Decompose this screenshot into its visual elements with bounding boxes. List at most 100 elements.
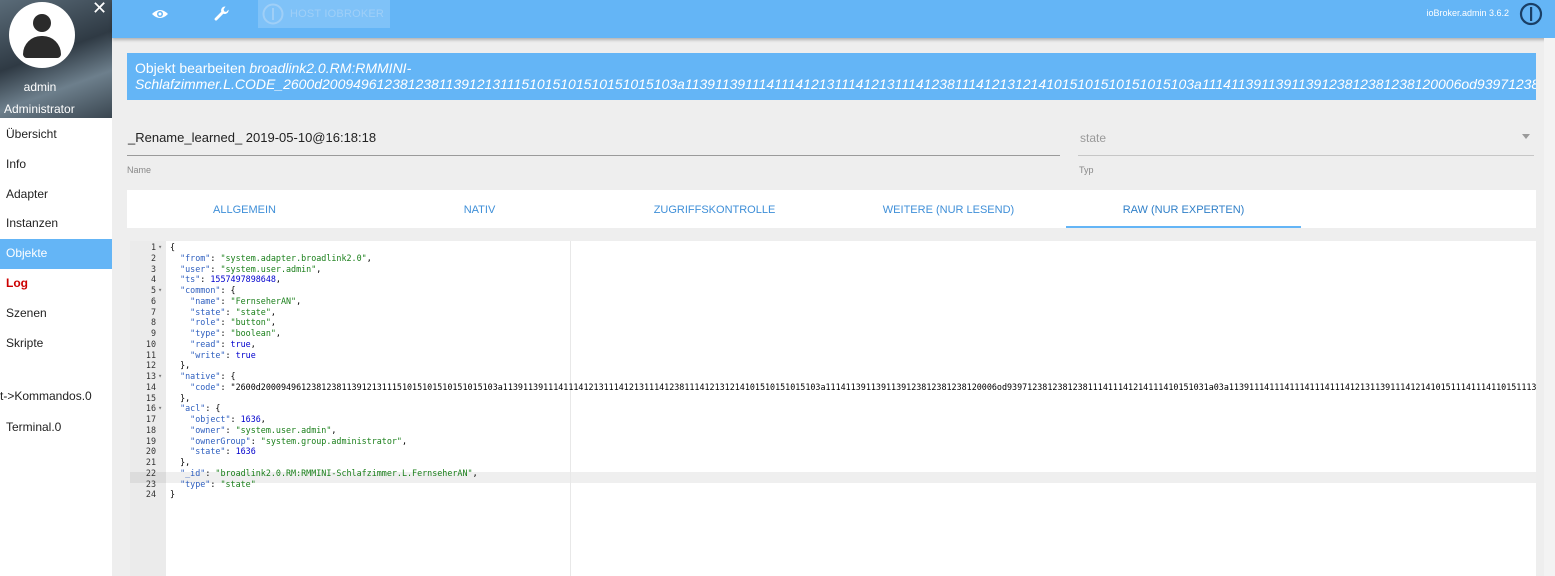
fold-toggle-icon [158, 339, 166, 350]
line-number: 3 [150, 263, 156, 274]
host-button[interactable]: HOST IOBROKER [258, 0, 390, 28]
fold-toggle-icon [158, 489, 166, 500]
avatar [9, 2, 75, 68]
tab-access-control[interactable]: ZUGRIFFSKONTROLLE [597, 190, 832, 228]
top-bar: HOST IOBROKER ioBroker.admin 3.6.2 [112, 0, 1555, 38]
line-number: 12 [145, 360, 156, 371]
host-label: HOST IOBROKER [290, 8, 385, 20]
sidebar-item-objects[interactable]: Objekte [0, 239, 112, 269]
fold-toggle-icon [158, 328, 166, 339]
code-text: "ownerGroup": "system.group.administrato… [190, 435, 408, 446]
tab-raw[interactable]: RAW (NUR EXPERTEN) [1066, 190, 1301, 228]
chevron-down-icon [1522, 134, 1530, 139]
code-line: 19 "ownerGroup": "system.group.administr… [130, 436, 1536, 447]
code-text: "code": "2600d20009496123812381139121311… [190, 381, 1536, 392]
line-number: 19 [145, 435, 156, 446]
sidebar-item-scripts[interactable]: Skripte [0, 329, 112, 359]
code-text: "ts": 1557497898648, [180, 274, 281, 285]
fold-toggle-icon [158, 274, 166, 285]
sidebar: ✕ admin Administrator Übersicht Info Ada… [0, 0, 112, 576]
iobroker-logo-icon [1519, 2, 1543, 26]
code-line: 9 "type": "boolean", [130, 328, 1536, 339]
fold-toggle-icon[interactable]: ▾ [158, 403, 166, 414]
code-line: 24} [130, 489, 1536, 500]
user-panel: ✕ admin Administrator [0, 0, 112, 118]
eye-button[interactable] [140, 0, 180, 28]
sidebar-item-overview[interactable]: Übersicht [0, 120, 112, 150]
page-scrollbar[interactable] [1544, 38, 1555, 576]
fold-toggle-icon [158, 393, 166, 404]
code-line: 11 "write": true [130, 350, 1536, 361]
line-number: 22 [145, 467, 156, 478]
fold-toggle-icon[interactable]: ▾ [158, 285, 166, 296]
code-line: 14 "code": "2600d20009496123812381139121… [130, 382, 1536, 393]
code-text: }, [170, 392, 191, 403]
fold-toggle-icon [158, 360, 166, 371]
sidebar-item-info[interactable]: Info [0, 150, 112, 180]
title-object-id: broadlink2.0.RM:RMMINI- [249, 60, 412, 76]
line-number: 24 [145, 489, 156, 500]
sidebar-item-kommandos[interactable]: t->Kommandos.0 [0, 389, 112, 403]
sidebar-item-terminal[interactable]: Terminal.0 [0, 420, 112, 434]
line-number: 4 [150, 274, 156, 285]
wrench-button[interactable] [202, 0, 242, 28]
code-text: "from": "system.adapter.broadlink2.0", [180, 252, 372, 263]
line-number: 15 [145, 392, 156, 403]
code-text: "_id": "broadlink2.0.RM:RMMINI-Schlafzim… [180, 467, 478, 478]
code-text: "user": "system.user.admin", [180, 263, 322, 274]
line-number: 5 [150, 285, 156, 295]
code-line: 21 }, [130, 457, 1536, 468]
fold-toggle-icon [158, 425, 166, 436]
code-line: 20 "state": 1636 [130, 446, 1536, 457]
dialog-title: Objekt bearbeiten broadlink2.0.RM:RMMINI… [127, 53, 1536, 100]
line-number: 18 [145, 424, 156, 435]
code-line: 4 "ts": 1557497898648, [130, 274, 1536, 285]
name-label: Name [127, 165, 152, 175]
code-line: 23 "type": "state" [130, 479, 1536, 490]
line-number: 23 [145, 478, 156, 489]
type-select[interactable]: state [1078, 128, 1534, 156]
code-text: "name": "FernseherAN", [190, 295, 302, 306]
code-text: "write": true [190, 349, 256, 360]
sidebar-item-scenes[interactable]: Szenen [0, 299, 112, 329]
code-text: "state": "state", [190, 306, 276, 317]
line-number: 9 [150, 328, 156, 338]
eye-icon [152, 10, 168, 18]
close-icon[interactable]: ✕ [92, 0, 107, 18]
fold-toggle-icon [158, 436, 166, 447]
tab-native[interactable]: NATIV [362, 190, 597, 228]
code-text: "type": "boolean", [190, 328, 281, 338]
code-text: "state": 1636 [190, 446, 256, 457]
line-number: 16 [145, 403, 156, 414]
tab-additional[interactable]: WEITERE (NUR LESEND) [831, 190, 1066, 228]
line-number: 8 [150, 317, 156, 328]
line-number: 7 [150, 306, 156, 317]
code-text: } [170, 489, 176, 500]
code-line: 6 "name": "FernseherAN", [130, 296, 1536, 307]
raw-json-editor[interactable]: 1 ▾{2 "from": "system.adapter.broadlink2.… [130, 241, 1536, 576]
line-number: 10 [145, 338, 156, 349]
fold-toggle-icon[interactable]: ▾ [158, 371, 166, 382]
code-text: "owner": "system.user.admin", [190, 424, 337, 435]
sidebar-item-log[interactable]: Log [0, 269, 112, 299]
user-name: admin [23, 80, 57, 94]
code-line: 17 "object": 1636, [130, 414, 1536, 425]
sidebar-item-instances[interactable]: Instanzen [0, 209, 112, 239]
fold-toggle-icon [158, 307, 166, 318]
tab-general[interactable]: ALLGEMEIN [127, 190, 362, 228]
fold-toggle-icon[interactable]: ▾ [158, 242, 166, 253]
type-select-value: state [1080, 131, 1107, 145]
fold-toggle-icon [158, 296, 166, 307]
code-text: "common": { [180, 285, 236, 295]
type-label: Typ [1079, 165, 1094, 175]
sidebar-item-adapter[interactable]: Adapter [0, 180, 112, 210]
code-text: "role": "button", [190, 317, 276, 328]
user-role: Administrator [4, 102, 75, 116]
code-text: }, [170, 360, 191, 371]
version-label: ioBroker.admin 3.6.2 [1426, 8, 1509, 18]
sidebar-nav: Übersicht Info Adapter Instanzen Objekte… [0, 120, 112, 358]
line-number: 13 [145, 371, 156, 381]
code-line: 10 "read": true, [130, 339, 1536, 350]
name-input[interactable]: _Rename_learned_ 2019-05-10@16:18:18 [127, 128, 1060, 156]
wrench-icon [214, 6, 229, 21]
